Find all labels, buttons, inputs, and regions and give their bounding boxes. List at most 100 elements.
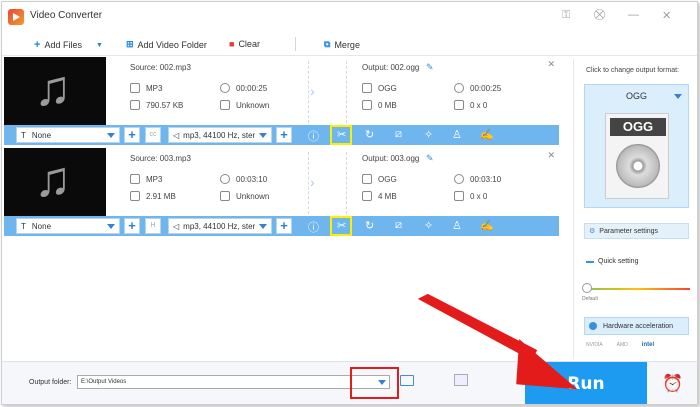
file-format-icon [130, 174, 140, 184]
add-audio-button[interactable]: + [276, 127, 292, 143]
quality-slider-track[interactable] [586, 288, 690, 290]
file-size-icon [130, 100, 140, 110]
cc-icon[interactable]: cc [145, 127, 161, 143]
open-output-folder-icon[interactable] [454, 374, 468, 386]
crop-icon[interactable]: ⧄ [395, 128, 402, 141]
out-duration: 00:00:25 [454, 83, 501, 93]
hd-icon[interactable]: H [145, 218, 161, 234]
trash-icon: ■ [229, 39, 235, 49]
edit-icon[interactable]: ✎ [426, 62, 434, 73]
file-list: ♫ Source: 002.mp3 MP3 00:00:25 790.57 KB… [2, 57, 563, 360]
amd-logo: AMD [616, 342, 628, 348]
key-icon[interactable]: ⚿ [562, 9, 570, 22]
source-name: Source: 003.mp3 [130, 154, 191, 163]
disc-icon [616, 144, 660, 188]
audio-track-select[interactable]: ◁ mp3, 44100 Hz, ster [168, 218, 272, 234]
caret-down-icon [259, 224, 267, 229]
hw-toggle-icon [589, 322, 597, 330]
intel-logo: intel [641, 342, 655, 348]
merge-icon: ⧉ [324, 39, 331, 49]
out-format: OGG [362, 83, 397, 93]
merge-button[interactable]: ⧉ Merge [324, 39, 360, 50]
speaker-icon: ◁ [173, 130, 180, 140]
speaker-icon: ◁ [173, 221, 180, 231]
output-format-panel: Click to change output format: OGG OGG ⚙… [573, 59, 695, 359]
caret-down-icon [107, 224, 115, 229]
src-duration: 00:03:10 [220, 174, 267, 184]
file-size-icon [362, 100, 372, 110]
out-size-value: 4 MB [378, 191, 397, 201]
arrow-right-icon: › [310, 83, 315, 99]
src-duration-value: 00:03:10 [236, 174, 268, 184]
folder-add-icon: ⊞ [126, 39, 134, 49]
src-res-value: Unknown [236, 191, 270, 201]
output-folder-input[interactable]: E:\Output Videos [77, 375, 390, 389]
output-format-selector[interactable]: OGG OGG [584, 84, 689, 208]
rotate-icon[interactable]: ↻ [365, 219, 374, 232]
close-button[interactable]: ✕ [662, 9, 671, 22]
watermark-icon[interactable]: ♙ [452, 219, 462, 232]
audio-track-select[interactable]: ◁ mp3, 44100 Hz, ster [168, 127, 272, 143]
list-item[interactable]: ♫ Source: 003.mp3 MP3 00:03:10 2.91 MB U… [2, 148, 563, 238]
divider [308, 152, 309, 214]
info-icon[interactable]: ⓘ [308, 128, 319, 144]
out-size-value: 0 MB [378, 100, 397, 110]
edit-pen-icon[interactable]: ✍ [480, 128, 494, 141]
list-item[interactable]: ♫ Source: 002.mp3 MP3 00:00:25 790.57 KB… [2, 57, 563, 147]
resolution-icon [220, 100, 230, 110]
text-icon: T [21, 130, 26, 140]
file-format-icon [130, 83, 140, 93]
clear-button[interactable]: ■ Clear [229, 39, 260, 49]
alarm-clock-icon[interactable]: ⏰ [662, 374, 683, 394]
file-format-icon [362, 83, 372, 93]
crop-icon[interactable]: ⧄ [395, 219, 402, 232]
run-button[interactable]: Run [525, 362, 647, 404]
src-res-value: Unknown [236, 100, 270, 110]
watermark-icon[interactable]: ♙ [452, 128, 462, 141]
out-format-value: OGG [378, 83, 397, 93]
file-format-icon [362, 174, 372, 184]
parameter-settings-button[interactable]: ⚙ Parameter settings [584, 223, 689, 239]
out-format-value: OGG [378, 174, 397, 184]
rotate-icon[interactable]: ↻ [365, 128, 374, 141]
folder-open-icon[interactable] [400, 375, 414, 386]
caret-down-icon [259, 133, 267, 138]
add-video-folder-button[interactable]: ⊞ Add Video Folder [126, 39, 207, 50]
chevron-down-icon[interactable]: ▼ [96, 42, 103, 49]
minimize-button[interactable]: — [628, 9, 639, 21]
out-size: 0 MB [362, 100, 397, 110]
out-res-value: 0 x 0 [470, 100, 488, 110]
gpu-vendors: NVIDIA AMD intel [586, 342, 654, 348]
add-audio-button[interactable]: + [276, 218, 292, 234]
quick-setting: Quick setting [586, 258, 638, 265]
cart-icon[interactable]: ⛒ [594, 9, 605, 22]
remove-item-icon[interactable]: ✕ [547, 150, 555, 161]
highlight-box [330, 125, 352, 145]
plus-icon: + [34, 39, 41, 51]
remove-item-icon[interactable]: ✕ [547, 59, 555, 70]
thumbnail: ♫ [4, 57, 106, 125]
text-icon: T [21, 221, 26, 231]
hardware-acceleration-label: Hardware acceleration [603, 322, 674, 330]
add-files-button[interactable]: + Add Files ▼ [34, 39, 103, 51]
effects-wand-icon[interactable]: ✧ [424, 219, 433, 232]
format-name: OGG [625, 91, 647, 101]
add-subtitle-button[interactable]: + [124, 127, 140, 143]
subtitle-select[interactable]: T None [16, 218, 120, 234]
effects-wand-icon[interactable]: ✧ [424, 128, 433, 141]
caret-down-icon [674, 94, 682, 99]
subtitle-select[interactable]: T None [16, 127, 120, 143]
hardware-acceleration-toggle[interactable]: Hardware acceleration [584, 317, 689, 335]
edit-icon[interactable]: ✎ [426, 153, 434, 164]
quality-slider-handle[interactable] [582, 283, 592, 293]
settings-icon: ⚙ [589, 228, 596, 235]
add-subtitle-button[interactable]: + [124, 218, 140, 234]
ogg-format-image: OGG [605, 113, 669, 199]
edit-pen-icon[interactable]: ✍ [480, 219, 494, 232]
src-size-value: 2.91 MB [146, 191, 176, 201]
nvidia-logo: NVIDIA [586, 342, 603, 348]
out-format: OGG [362, 174, 397, 184]
bottom-bar: Output folder: E:\Output Videos Run ⏰ [2, 361, 697, 404]
file-size-icon [130, 191, 140, 201]
info-icon[interactable]: ⓘ [308, 219, 319, 235]
